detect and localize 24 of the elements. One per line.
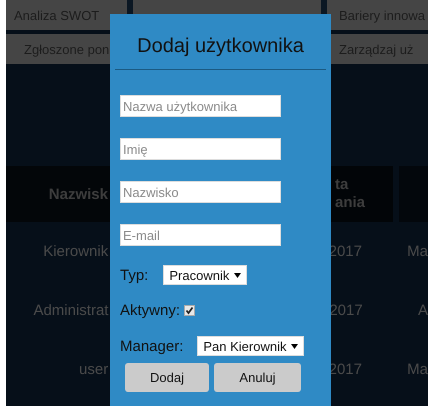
checkbox[interactable] bbox=[184, 305, 196, 316]
dialog-title: Dodaj użytkownika bbox=[136, 35, 305, 58]
field-label: Typ: bbox=[120, 266, 148, 284]
table-cell-text: Kierownik bbox=[42, 242, 110, 262]
table-cell-text: Ma bbox=[406, 360, 428, 380]
input-field[interactable]: E-mail bbox=[120, 224, 281, 246]
input-field[interactable]: Nazwisko bbox=[120, 181, 281, 203]
field-label: Aktywny: bbox=[120, 302, 180, 319]
add-button[interactable]: Dodaj bbox=[125, 363, 209, 392]
caret-icon bbox=[291, 344, 298, 348]
table-cell-text: 2017 bbox=[329, 301, 364, 321]
caret-icon bbox=[234, 272, 242, 278]
table-cell-text: user bbox=[78, 360, 110, 380]
cancel-button[interactable]: Anuluj bbox=[214, 363, 301, 392]
table-header-cell: ta ania bbox=[331, 166, 393, 222]
manager-dropdown[interactable]: Pan Kierownik bbox=[197, 336, 304, 356]
field-label: Manager: bbox=[120, 338, 184, 354]
table-cell-text: A bbox=[416, 301, 428, 321]
input-field[interactable]: Imię bbox=[120, 138, 281, 160]
input-field[interactable]: Nazwa użytkownika bbox=[120, 95, 281, 117]
table-header-cell: Nazwisk bbox=[6, 166, 110, 222]
type-dropdown[interactable]: Pracownik bbox=[163, 265, 248, 285]
table-cell-text: Administrat bbox=[32, 301, 110, 321]
table-cell-text: Ma bbox=[406, 242, 428, 262]
